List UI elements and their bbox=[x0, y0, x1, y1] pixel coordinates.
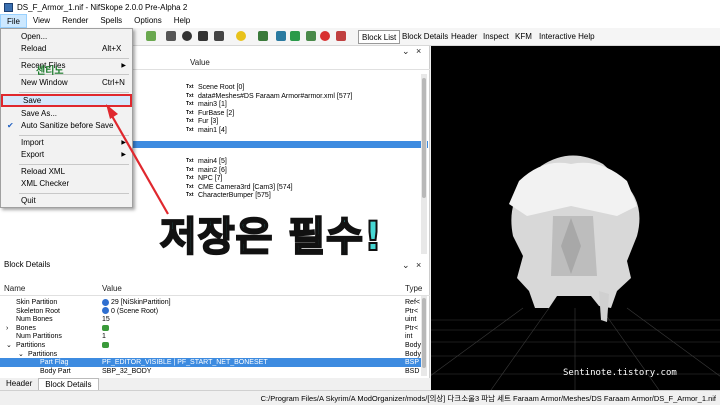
collision-icon[interactable] bbox=[306, 31, 316, 41]
app-icon bbox=[4, 2, 13, 12]
menu-item-recent-files[interactable]: Recent Files ▶ bbox=[1, 60, 132, 72]
array-icon bbox=[102, 342, 109, 349]
menu-item-open[interactable]: Open... bbox=[1, 31, 132, 43]
menu-item-export[interactable]: Export ▶ bbox=[1, 149, 132, 161]
block-value: CharacterBumper [575] bbox=[198, 192, 271, 200]
field-value: 0 (Scene Root) bbox=[111, 307, 159, 315]
txt-badge: Txt bbox=[186, 127, 194, 133]
marker-icon[interactable] bbox=[320, 31, 330, 41]
menu-separator bbox=[19, 92, 129, 93]
details-row[interactable]: Body Part SBP_32_BODY BSD bbox=[0, 367, 422, 376]
header-button[interactable]: Header bbox=[448, 30, 480, 44]
details-collapse-icon[interactable]: ⌄ bbox=[402, 260, 410, 271]
watermark-text: Sentinote.tistory.com bbox=[563, 368, 677, 378]
field-value: SBP_32_BODY bbox=[102, 367, 152, 375]
tab-header[interactable]: Header bbox=[0, 378, 38, 390]
field-value: 1 bbox=[102, 333, 106, 341]
menu-item-import[interactable]: Import ▶ bbox=[1, 137, 132, 149]
kfm-button[interactable]: KFM bbox=[512, 30, 535, 44]
type-column-header: Type bbox=[405, 284, 423, 293]
tab-block-details[interactable]: Block Details bbox=[38, 378, 99, 390]
value-column-header: Value bbox=[102, 284, 122, 293]
field-name: Body Part bbox=[40, 367, 71, 375]
menu-separator bbox=[19, 135, 129, 136]
value-column-header: Value bbox=[190, 58, 210, 67]
array-icon bbox=[102, 324, 109, 331]
menu-item-quit[interactable]: Quit bbox=[1, 195, 132, 207]
axes-icon[interactable] bbox=[258, 31, 268, 41]
overlay-caption: 저장은 필수! bbox=[159, 213, 384, 261]
eye-icon[interactable] bbox=[182, 31, 192, 41]
checkmark-icon: ✔ bbox=[7, 121, 14, 130]
title-bar: DS_F_Armor_1.nif - NifSkope 2.0.0 Pre-Al… bbox=[0, 0, 720, 14]
block-list-scrollbar[interactable] bbox=[421, 74, 427, 254]
light-icon[interactable] bbox=[198, 31, 208, 41]
field-value-cell: SBP_32_BODY bbox=[102, 367, 151, 376]
menu-bar: File View Render Spells Options Help bbox=[0, 14, 720, 28]
details-close-icon[interactable]: × bbox=[416, 260, 421, 270]
constraint-icon[interactable] bbox=[336, 31, 346, 41]
menu-item-reload-xml[interactable]: Reload XML bbox=[1, 166, 132, 178]
grid-icon[interactable] bbox=[166, 31, 176, 41]
field-value: 29 [NiSkinPartition] bbox=[111, 299, 171, 306]
menu-spells[interactable]: Spells bbox=[94, 14, 128, 28]
logo-stamp: 센티노 bbox=[36, 66, 64, 77]
field-value: PF_EDITOR_VISIBLE | PF_START_NET_BONESET bbox=[102, 359, 268, 367]
menu-file[interactable]: File bbox=[0, 14, 27, 28]
armor-model bbox=[509, 155, 640, 322]
cube-icon[interactable] bbox=[146, 31, 156, 41]
block-details-button[interactable]: Block Details bbox=[399, 30, 451, 44]
block-details-panel: Block Details ⌄ × Name Value Type Skin P… bbox=[0, 258, 430, 378]
block-list-button[interactable]: Block List bbox=[358, 30, 401, 44]
node-icon[interactable] bbox=[276, 31, 286, 41]
block-value: main1 [4] bbox=[198, 127, 227, 134]
menu-separator bbox=[19, 58, 129, 59]
menu-item-auto-sanitize[interactable]: ✔ Auto Sanitize before Save bbox=[1, 120, 132, 132]
menu-separator bbox=[19, 193, 129, 194]
block-details-title: Block Details bbox=[4, 260, 51, 269]
submenu-arrow-icon: ▶ bbox=[121, 63, 126, 69]
viewport-scene bbox=[431, 155, 720, 390]
submenu-arrow-icon: ▶ bbox=[121, 140, 126, 146]
menu-item-save-as[interactable]: Save As... bbox=[1, 108, 132, 120]
details-scroll-thumb[interactable] bbox=[422, 298, 426, 368]
bulb-icon[interactable] bbox=[236, 31, 246, 41]
menu-help[interactable]: Help bbox=[168, 14, 196, 28]
menu-item-save[interactable]: Save bbox=[1, 94, 132, 107]
details-scrollbar[interactable] bbox=[421, 296, 427, 376]
field-value: 15 bbox=[102, 316, 110, 324]
menu-separator bbox=[19, 164, 129, 165]
link-icon bbox=[102, 298, 109, 306]
link-icon bbox=[102, 307, 109, 315]
menu-render[interactable]: Render bbox=[56, 14, 94, 28]
field-type: BSD bbox=[405, 367, 420, 375]
submenu-arrow-icon: ▶ bbox=[121, 152, 126, 158]
block-list-scroll-thumb[interactable] bbox=[422, 78, 426, 198]
inspect-button[interactable]: Inspect bbox=[480, 30, 512, 44]
menu-options[interactable]: Options bbox=[128, 14, 168, 28]
block-details-header: Name Value Type bbox=[0, 282, 430, 296]
status-bar: C:/Program Files/A Skyrim/A ModOrganizer… bbox=[0, 390, 720, 405]
name-column-header: Name bbox=[4, 284, 26, 293]
txt-badge: Txt bbox=[186, 192, 194, 199]
window-title: DS_F_Armor_1.nif - NifSkope 2.0.0 Pre-Al… bbox=[17, 2, 188, 12]
menu-view[interactable]: View bbox=[27, 14, 56, 28]
file-path: C:/Program Files/A Skyrim/A ModOrganizer… bbox=[260, 394, 716, 403]
file-menu-dropdown: Open... Reload Alt+X Recent Files ▶ New … bbox=[0, 28, 133, 208]
menu-item-reload[interactable]: Reload Alt+X bbox=[1, 43, 132, 55]
menu-item-xml-checker[interactable]: XML Checker bbox=[1, 178, 132, 190]
menu-item-new-window[interactable]: New Window Ctrl+N bbox=[1, 77, 132, 89]
bone-icon[interactable] bbox=[290, 31, 300, 41]
bottom-tabs: Header Block Details bbox=[0, 378, 430, 390]
close-panel-icon[interactable]: × bbox=[416, 46, 421, 56]
interactive-help-button[interactable]: Interactive Help bbox=[536, 30, 598, 44]
camera-icon[interactable] bbox=[214, 31, 224, 41]
render-viewport[interactable]: Sentinote.tistory.com bbox=[431, 46, 720, 390]
